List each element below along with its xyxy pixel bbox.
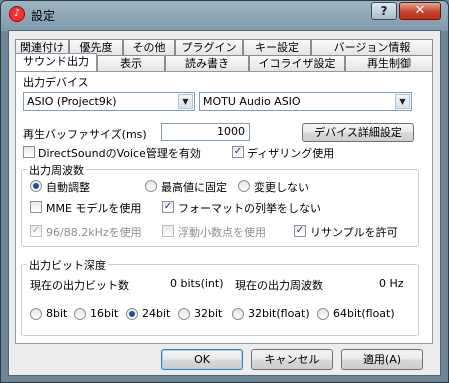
tab-sound-output[interactable]: サウンド出力 xyxy=(15,53,97,72)
chevron-down-icon[interactable]: ▼ xyxy=(395,94,410,109)
settings-window: ♪ 設定 ? ✕ 関連付け 優先度 その他 プラグイン キー設定 バージョン情報… xyxy=(0,0,449,383)
apply-button[interactable]: 適用(A) xyxy=(341,349,423,370)
bit-24-label: 24bit xyxy=(142,307,171,320)
tab-row-front: サウンド出力 表示 読み書き イコライザ設定 再生制御 xyxy=(15,53,435,72)
chevron-down-icon[interactable]: ▼ xyxy=(178,94,193,109)
tab-playback-control[interactable]: 再生制御 xyxy=(345,55,433,72)
bit-32-float-label: 32bit(float) xyxy=(248,307,310,320)
music-app-icon: ♪ xyxy=(9,6,25,22)
freq-max-label: 最高値に固定 xyxy=(161,181,227,194)
float-decimal-label: 浮動小数点を使用 xyxy=(178,226,266,239)
tab-plugin[interactable]: プラグイン xyxy=(175,39,243,56)
output-frequency-group: 出力周波数 自動調整 最高値に固定 変更しない MME モデルを使用 ✓ フォー… xyxy=(21,162,419,247)
freq-auto-label: 自動調整 xyxy=(46,181,90,194)
tab-equalizer[interactable]: イコライザ設定 xyxy=(249,55,345,72)
float-decimal-checkbox[interactable] xyxy=(162,225,174,237)
bit-24-radio[interactable] xyxy=(126,308,138,320)
bit-32-label: 32bit xyxy=(194,307,223,320)
mme-model-checkbox[interactable] xyxy=(30,201,42,213)
device-name-value: MOTU Audio ASIO xyxy=(203,95,301,108)
dithering-checkbox[interactable]: ✓ xyxy=(232,146,244,158)
sound-output-panel: 出力デバイス ASIO (Project9k) ▼ MOTU Audio ASI… xyxy=(15,71,433,344)
title-bar[interactable]: ♪ 設定 ? ✕ xyxy=(1,1,448,29)
bit-64-float-label: 64bit(float) xyxy=(333,307,395,320)
current-bits-label: 現在の出力ビット数 xyxy=(30,279,129,292)
close-button[interactable]: ✕ xyxy=(399,2,441,20)
current-freq-value: 0 Hz xyxy=(379,277,404,290)
cancel-button[interactable]: キャンセル xyxy=(251,349,333,370)
current-freq-label: 現在の出力周波数 xyxy=(235,279,323,292)
format-enum-label: フォーマットの列挙をしない xyxy=(178,202,321,215)
device-type-select[interactable]: ASIO (Project9k) ▼ xyxy=(23,92,195,111)
freq-auto-radio[interactable] xyxy=(30,180,42,192)
freq-max-radio[interactable] xyxy=(145,180,157,192)
resample-label: リサンプルを許可 xyxy=(310,226,398,239)
tab-key-settings[interactable]: キー設定 xyxy=(243,39,311,56)
tab-version-info[interactable]: バージョン情報 xyxy=(311,39,433,56)
buffer-size-label: 再生バッファサイズ(ms) xyxy=(23,128,147,141)
output-bit-depth-group: 出力ビット深度 現在の出力ビット数 0 bits(int) 現在の出力周波数 0… xyxy=(21,257,419,336)
current-bits-value: 0 bits(int) xyxy=(170,277,224,290)
output-bit-depth-title: 出力ビット深度 xyxy=(27,257,108,273)
freq-none-radio[interactable] xyxy=(238,180,250,192)
directsound-checkbox[interactable] xyxy=(23,146,35,158)
window-title: 設定 xyxy=(31,9,56,23)
device-type-value: ASIO (Project9k) xyxy=(27,95,117,108)
bit-64-float-radio[interactable] xyxy=(317,308,329,320)
bit-16-label: 16bit xyxy=(90,307,119,320)
tab-display[interactable]: 表示 xyxy=(97,55,165,72)
freq-none-label: 変更しない xyxy=(254,181,309,194)
bit-8-radio[interactable] xyxy=(30,308,42,320)
device-detail-settings-button[interactable]: デバイス詳細設定 xyxy=(302,123,414,142)
bit-32-radio[interactable] xyxy=(178,308,190,320)
help-button[interactable]: ? xyxy=(371,2,397,20)
directsound-label: DirectSoundのVoice管理を有効 xyxy=(38,147,201,160)
device-name-select[interactable]: MOTU Audio ASIO ▼ xyxy=(199,92,412,111)
tab-other[interactable]: その他 xyxy=(123,39,175,56)
ok-button[interactable]: OK xyxy=(161,349,243,370)
bit-16-radio[interactable] xyxy=(74,308,86,320)
buffer-size-input[interactable]: 1000 xyxy=(161,123,250,141)
bit-8-label: 8bit xyxy=(46,307,68,320)
bit-32-float-radio[interactable] xyxy=(232,308,244,320)
output-frequency-title: 出力周波数 xyxy=(27,162,86,178)
tab-read-write[interactable]: 読み書き xyxy=(165,55,249,72)
output-device-label: 出力デバイス xyxy=(23,76,89,89)
hz-96-88-checkbox[interactable]: ✓ xyxy=(30,225,42,237)
dithering-label: ディザリング使用 xyxy=(247,147,335,160)
mme-model-label: MME モデルを使用 xyxy=(46,202,142,215)
format-enum-checkbox[interactable]: ✓ xyxy=(162,201,174,213)
resample-checkbox[interactable]: ✓ xyxy=(294,225,306,237)
dialog-client: 関連付け 優先度 その他 プラグイン キー設定 バージョン情報 サウンド出力 表… xyxy=(8,30,441,376)
hz-96-88-label: 96/88.2kHzを使用 xyxy=(46,226,142,239)
